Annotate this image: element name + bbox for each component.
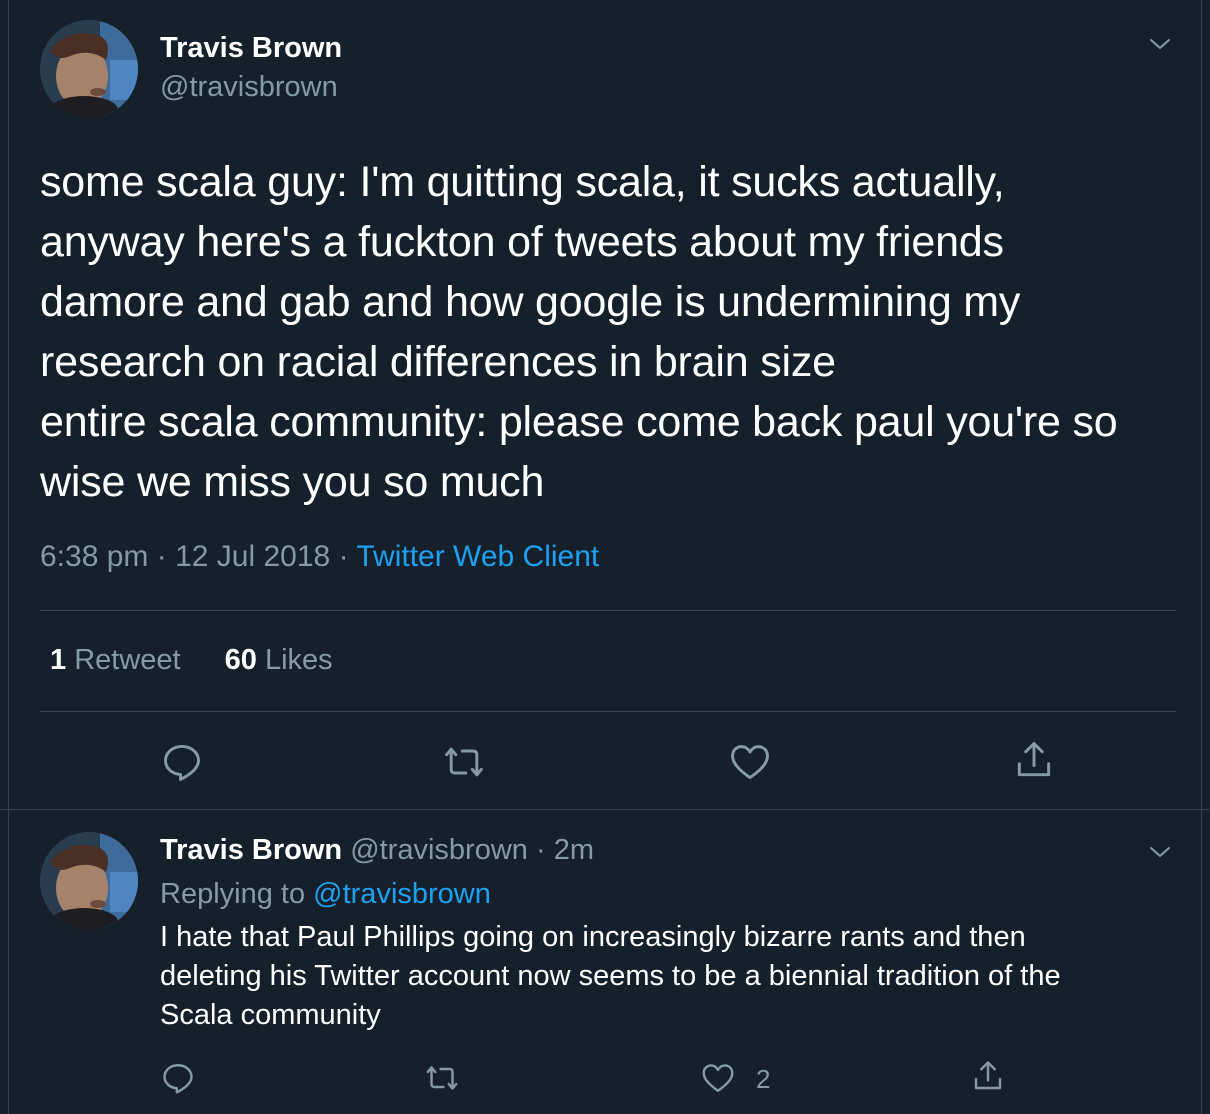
author-name[interactable]: Travis Brown: [160, 834, 342, 866]
reply-tweet[interactable]: Travis Brown @travisbrown · 2m Replying …: [0, 810, 1210, 1114]
reply-icon[interactable]: [160, 1060, 196, 1096]
reply-header: Travis Brown @travisbrown · 2m: [160, 834, 594, 867]
reply-text-line: deleting his Twitter account now seems t…: [160, 960, 1061, 992]
tweet-text-line: wise we miss you so much: [40, 458, 545, 506]
author-name[interactable]: Travis Brown: [160, 32, 342, 65]
avatar[interactable]: [40, 832, 138, 930]
author-handle[interactable]: @travisbrown: [350, 834, 528, 866]
likes-label: Likes: [264, 644, 333, 676]
main-tweet: Travis Brown @travisbrown some scala guy…: [0, 0, 1210, 810]
tweet-text-line: anyway here's a fuckton of tweets about …: [40, 218, 1004, 266]
tweet-source-link[interactable]: Twitter Web Client: [356, 540, 599, 573]
divider: [40, 711, 1176, 712]
reply-text-line: Scala community: [160, 999, 381, 1031]
retweet-icon[interactable]: [424, 1060, 460, 1096]
share-icon[interactable]: [970, 1058, 1006, 1094]
tweet-text-line: some scala guy: I'm quitting scala, it s…: [40, 158, 1005, 206]
tweet-time-ago[interactable]: 2m: [554, 834, 594, 866]
meta-separator: ·: [535, 834, 546, 866]
reply-text-line: I hate that Paul Phillips going on incre…: [160, 921, 1026, 953]
replying-prefix: Replying to: [160, 878, 306, 910]
author-handle[interactable]: @travisbrown: [160, 71, 338, 104]
replying-to: Replying to @travisbrown: [160, 878, 491, 911]
tweet-time[interactable]: 6:38 pm: [40, 540, 148, 573]
retweet-count: 1: [50, 644, 67, 676]
reply-icon[interactable]: [160, 740, 204, 784]
meta-separator: ·: [156, 540, 167, 573]
retweet-icon[interactable]: [442, 740, 486, 784]
tweet-text-line: research on racial differences in brain …: [40, 338, 836, 386]
avatar-photo: [40, 832, 138, 930]
meta-separator: ·: [338, 540, 349, 573]
reply-like-count: 2: [756, 1064, 771, 1094]
share-icon[interactable]: [1012, 738, 1056, 782]
tweet-text-line: entire scala community: please come back…: [40, 398, 1118, 446]
tweet-text: some scala guy: I'm quitting scala, it s…: [40, 152, 1180, 512]
divider: [40, 610, 1176, 611]
like-icon[interactable]: [700, 1060, 736, 1096]
replying-to-link[interactable]: @travisbrown: [313, 878, 491, 910]
like-icon[interactable]: [728, 740, 772, 784]
tweet-meta: 6:38 pm · 12 Jul 2018 · Twitter Web Clie…: [40, 540, 599, 574]
like-count: 60: [224, 644, 257, 676]
reply-text: I hate that Paul Phillips going on incre…: [160, 918, 1170, 1035]
chevron-down-icon[interactable]: [1148, 840, 1172, 864]
avatar-photo: [40, 20, 138, 118]
tweet-text-line: damore and gab and how google is undermi…: [40, 278, 1021, 326]
retweet-stat[interactable]: 1 Retweet: [50, 644, 181, 677]
likes-stat[interactable]: 60 Likes: [225, 644, 333, 677]
chevron-down-icon[interactable]: [1148, 32, 1172, 56]
tweet-stats: 1 Retweet 60 Likes: [50, 644, 369, 677]
avatar[interactable]: [40, 20, 138, 118]
tweet-date[interactable]: 12 Jul 2018: [175, 540, 330, 573]
retweet-label: Retweet: [74, 644, 181, 676]
